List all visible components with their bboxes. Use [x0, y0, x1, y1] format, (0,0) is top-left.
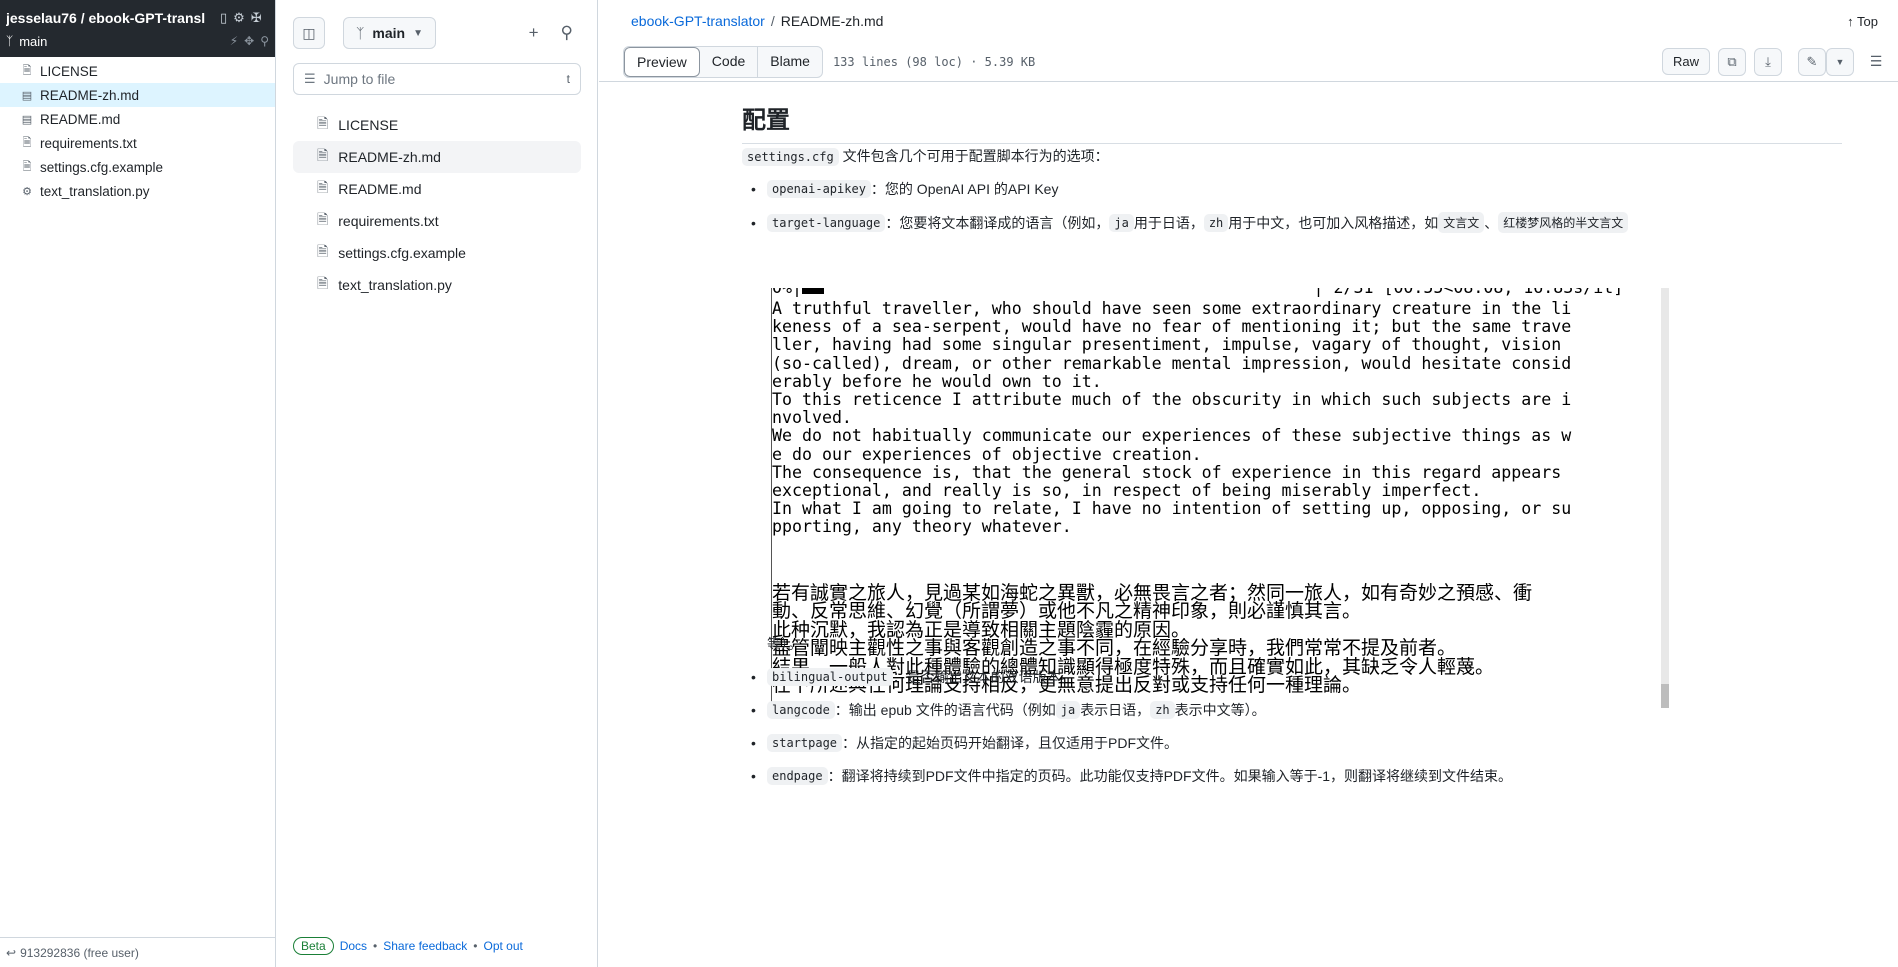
filter-icon: ☰: [304, 71, 316, 86]
extension-footer: ↩ 913292836 (free user): [0, 937, 276, 967]
file-icon: 🗎: [317, 243, 329, 259]
shortcut-key: t: [566, 72, 570, 86]
caret-down-icon: ▼: [1835, 56, 1845, 67]
bookmark-icon[interactable]: ▯: [220, 10, 227, 26]
file-icon: 🗎: [317, 275, 329, 291]
file-icon: 🗎: [317, 147, 329, 163]
share-feedback-link[interactable]: Share feedback: [383, 939, 467, 953]
list-item: • endpage ：翻译将持续到PDF文件中指定的页码。此功能仅支持PDF文件。…: [751, 767, 1513, 785]
ext-file-license[interactable]: 🗎 LICENSE: [0, 59, 275, 83]
list-item: • langcode ：输出 epub 文件的语言代码（例如 ja 表示日语， zh…: [751, 701, 1266, 719]
file-icon: 🗎: [317, 211, 329, 227]
feedback-footer: Beta Docs • Share feedback • Opt out: [293, 937, 523, 955]
markdown-icon: ▤: [21, 113, 33, 126]
file-icon: 🗎: [22, 160, 32, 173]
search-icon[interactable]: ⚲: [260, 34, 269, 48]
edit-button[interactable]: ✎: [1798, 47, 1826, 76]
file-tree-panel: ◫ ᛉ main ▼ + ⚲ ☰ Jump to file t 🗎 LICENSE…: [277, 0, 598, 967]
jump-to-file-input[interactable]: ☰ Jump to file t: [293, 63, 581, 95]
tab-blame[interactable]: Blame: [758, 47, 822, 77]
file-meta: 133 lines (98 loc) · 5.39 KB: [832, 54, 1036, 69]
opt-out-link[interactable]: Opt out: [484, 939, 523, 953]
python-file-icon: ⚙: [22, 185, 32, 198]
list-item: • startpage ：从指定的起始页码开始翻译，且仅适用于PDF文件。: [751, 734, 1179, 752]
tree-file-license[interactable]: 🗎 LICENSE: [293, 109, 581, 141]
file-icon: 🗎: [317, 115, 329, 131]
tree-file-settings[interactable]: 🗎 settings.cfg.example: [293, 237, 581, 269]
tree-file-text-translation[interactable]: 🗎 text_translation.py: [293, 269, 581, 301]
tab-code[interactable]: Code: [700, 46, 759, 77]
terminal-overlay[interactable]: 0%| | 2/31 [00:55<08:08, 16.83s/it] A tr…: [771, 288, 1669, 708]
caret-down-icon: ▼: [413, 27, 423, 39]
beta-badge: Beta: [293, 937, 334, 955]
user-status[interactable]: 913292836 (free user): [20, 946, 139, 960]
terminal-scrollbar[interactable]: [1661, 288, 1669, 708]
list-icon: ☰: [1869, 53, 1883, 69]
branch-icon: ᛉ: [356, 25, 365, 41]
terminal-english-text: A truthful traveller, who should have se…: [772, 299, 1572, 537]
sidebar-collapse-icon: ◫: [302, 24, 316, 41]
file-icon: 🗎: [22, 136, 32, 149]
gear-icon[interactable]: ⚙: [233, 10, 245, 26]
add-file-icon[interactable]: +: [529, 23, 539, 43]
list-item: • openai-apikey ：您的 OpenAI API 的API Key: [751, 180, 1059, 198]
file-name: README-zh.md: [780, 13, 884, 29]
screen: jesselau76 / ebook-GPT-transl ▯ ⚙ ✠ ᛉ ma…: [0, 0, 1898, 967]
list-item-tail: 等）。: [767, 636, 802, 652]
tree-file-readme[interactable]: 🗎 README.md: [293, 173, 581, 205]
tree-file-readme-zh[interactable]: 🗎 README-zh.md: [293, 141, 581, 173]
markdown-icon: ▤: [21, 89, 33, 102]
lightning-icon[interactable]: ⚡: [230, 34, 238, 48]
arrow-up-icon: ↑: [1847, 13, 1854, 29]
pencil-icon: ✎: [1806, 53, 1818, 69]
collapse-sidebar-button[interactable]: ◫: [293, 17, 325, 49]
extension-file-list: 🗎 LICENSE ▤ README-zh.md ▤ README.md 🗎 requi…: [0, 57, 275, 203]
file-tree-list: 🗎 LICENSE 🗎 README-zh.md 🗎 README.md 🗎 requi…: [277, 109, 597, 301]
move-icon[interactable]: ✥: [244, 34, 254, 48]
edit-dropdown-button[interactable]: ▼: [1826, 47, 1854, 76]
jump-placeholder: Jump to file: [323, 71, 396, 87]
pin-icon[interactable]: ✠: [251, 10, 262, 26]
user-icon: ↩: [6, 945, 17, 960]
ext-file-readme-zh[interactable]: ▤ README-zh.md: [0, 83, 275, 107]
copy-icon: ⧉: [1727, 53, 1737, 69]
copy-button[interactable]: ⧉: [1718, 47, 1746, 76]
download-button[interactable]: ⤓: [1754, 47, 1782, 76]
branch-icon: ᛉ: [6, 34, 14, 48]
list-item: • target-language ：您要将文本翻译成的语言（例如， ja 用于日语…: [742, 212, 1629, 233]
extension-header: jesselau76 / ebook-GPT-transl ▯ ⚙ ✠ ᛉ ma…: [0, 0, 275, 57]
docs-link[interactable]: Docs: [340, 939, 367, 953]
ext-file-readme[interactable]: ▤ README.md: [0, 107, 275, 131]
section-heading: 配置: [742, 100, 1842, 144]
file-icon: 🗎: [317, 179, 329, 195]
tree-file-requirements[interactable]: 🗎 requirements.txt: [293, 205, 581, 237]
file-toolbar: Preview Code Blame 133 lines (98 loc) · …: [599, 42, 1898, 82]
ext-file-settings[interactable]: 🗎 settings.cfg.example: [0, 155, 275, 179]
list-item: • bilingual-output ：是否输出文本的双语版本。: [751, 668, 1075, 686]
file-icon: 🗎: [22, 64, 32, 77]
branch-name[interactable]: main: [19, 34, 47, 49]
search-icon[interactable]: ⚲: [561, 23, 573, 43]
scroll-thumb[interactable]: [1661, 684, 1669, 708]
top-link[interactable]: ↑ Top: [1847, 14, 1878, 29]
readme-article: 配置 settings.cfg 文件包含几个可用于配置脚本行为的选项： • op…: [599, 82, 1898, 967]
breadcrumb: ebook-GPT-translator / README-zh.md ↑ To…: [631, 13, 1878, 29]
branch-selector[interactable]: ᛉ main ▼: [343, 17, 436, 49]
ext-file-text-translation[interactable]: ⚙ text_translation.py: [0, 179, 275, 203]
repo-link[interactable]: ebook-GPT-translator: [631, 13, 765, 29]
view-mode-tabs: Preview Code Blame: [623, 45, 823, 78]
repo-name[interactable]: jesselau76 / ebook-GPT-transl: [6, 10, 214, 26]
ext-file-requirements[interactable]: 🗎 requirements.txt: [0, 131, 275, 155]
raw-button[interactable]: Raw: [1661, 48, 1710, 75]
progress-line: 0%| | 2/31 [00:55<08:08, 16.83s/it]: [772, 288, 1652, 297]
tab-preview[interactable]: Preview: [624, 46, 700, 77]
outline-button[interactable]: ☰: [1862, 48, 1890, 76]
main-content: ebook-GPT-translator / README-zh.md ↑ To…: [599, 0, 1898, 967]
settings-code: settings.cfg: [742, 148, 839, 166]
extension-sidebar: jesselau76 / ebook-GPT-transl ▯ ⚙ ✠ ᛉ ma…: [0, 0, 276, 967]
download-icon: ⤓: [1765, 53, 1771, 69]
intro-paragraph: settings.cfg 文件包含几个可用于配置脚本行为的选项：: [742, 146, 1109, 166]
